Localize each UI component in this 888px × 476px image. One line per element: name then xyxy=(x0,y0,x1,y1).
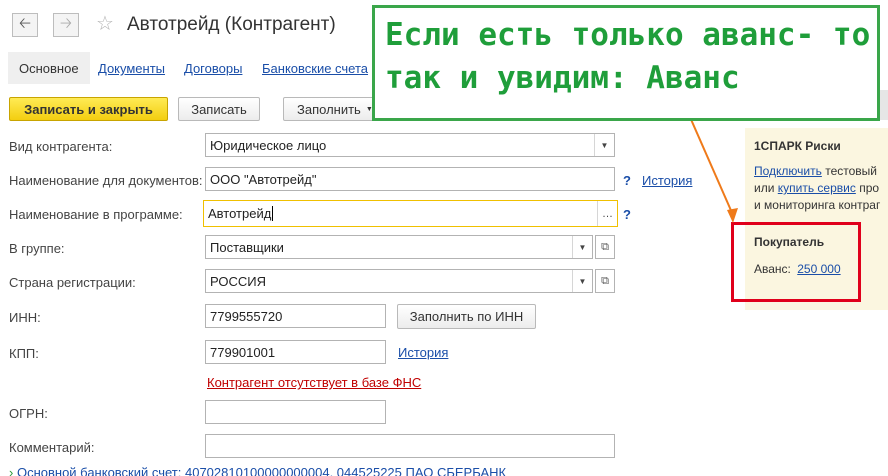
callout-line2: так и увидим: Аванс xyxy=(385,60,740,96)
annotation-callout: Если есть только аванс- то так и увидим:… xyxy=(372,5,880,121)
callout-line1: Если есть только аванс- то xyxy=(385,17,871,53)
